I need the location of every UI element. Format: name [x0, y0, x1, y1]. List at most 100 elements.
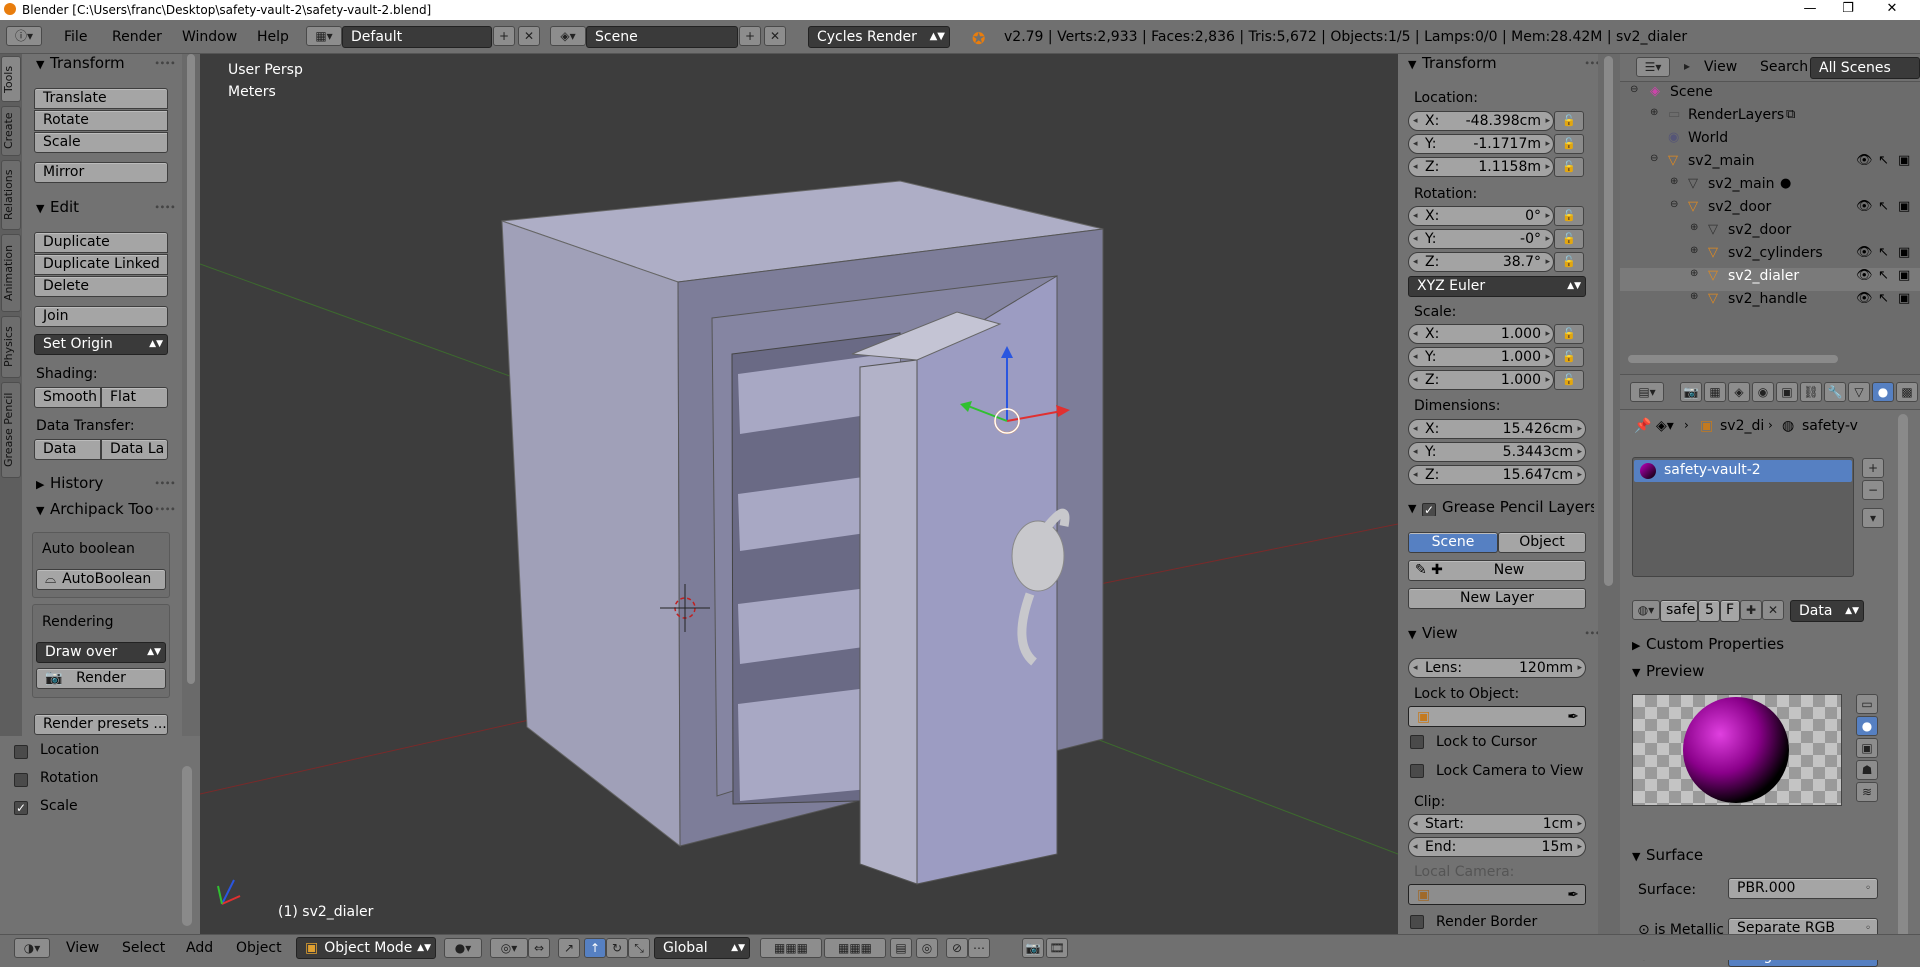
rotation-x-field[interactable]: ◂ X: 0° ▸ [1408, 206, 1554, 226]
lock-icon[interactable]: 🔓 [1554, 157, 1584, 177]
data-transfer-button[interactable]: Data [34, 439, 101, 460]
properties-scrollbar[interactable] [1898, 414, 1908, 954]
location-z-field[interactable]: ◂ Z: 1.1158m ▸ [1408, 157, 1554, 177]
cursor-select-icon[interactable]: ↖ [1878, 268, 1889, 283]
cursor-select-icon[interactable]: ↖ [1878, 153, 1889, 168]
auto-boolean-button[interactable]: ⌓ AutoBoolean [36, 569, 166, 590]
scrollbar-thumb[interactable] [187, 54, 195, 684]
lock-icon[interactable]: 🔓 [1554, 324, 1584, 344]
lock-icon[interactable]: 🔓 [1554, 370, 1584, 390]
close-button[interactable]: ✕ [1870, 0, 1914, 20]
join-button[interactable]: Join [34, 306, 168, 327]
set-origin-select[interactable]: Set Origin ▲▼ [34, 334, 168, 355]
snap-target-icon[interactable]: ⋯ [968, 938, 990, 958]
constraints-tab-icon[interactable]: ⛓ [1800, 382, 1822, 402]
menu-window[interactable]: Window [182, 29, 237, 45]
grease-pencil-checkbox[interactable]: ✓ [1422, 503, 1436, 516]
render-camera-icon[interactable]: ▣ [1898, 268, 1910, 283]
proportional-edit-icon[interactable]: ◎ [916, 938, 938, 958]
texture-tab-icon[interactable]: ▩ [1896, 382, 1918, 402]
opengl-render-icon[interactable]: 📷 [1022, 938, 1044, 958]
drag-grip-icon[interactable]: ∙∙∙∙ [154, 504, 176, 515]
drag-grip-icon[interactable]: ∙∙∙∙ [154, 202, 176, 213]
outliner-row-sv2-handle[interactable]: ⊕ ▽ sv2_handle 👁 ↖ ▣ [1620, 291, 1920, 314]
material-name-field[interactable]: safe [1660, 600, 1698, 622]
n-transform-header[interactable]: ▼ Transform [1408, 54, 1497, 72]
panel-archipack-header[interactable]: ▼ Archipack Tools [36, 500, 154, 518]
dimensions-z-field[interactable]: ◂ Z: 15.647cm ▸ [1408, 465, 1586, 485]
outliner-row-scene[interactable]: ⊖ ◈ Scene [1620, 84, 1920, 107]
remove-scene-icon[interactable]: ✕ [764, 26, 786, 46]
collapse-menu-icon[interactable]: ▸ [1680, 57, 1694, 77]
dimensions-y-field[interactable]: ◂ Y: 5.3443cm ▸ [1408, 442, 1586, 462]
remove-screen-icon[interactable]: ✕ [518, 26, 540, 46]
outliner-editor-type-icon[interactable]: ☰▾ [1636, 57, 1670, 77]
material-tab-icon[interactable]: ● [1872, 382, 1894, 402]
operator-scrollbar[interactable] [182, 766, 192, 926]
outliner-view-menu[interactable]: View [1704, 59, 1737, 75]
outliner-row-sv2-door[interactable]: ⊖ ▽ sv2_door 👁 ↖ ▣ [1620, 199, 1920, 222]
render-engine-select[interactable]: Cycles Render ▲▼ [808, 26, 950, 48]
lock-icon[interactable]: 🔓 [1554, 111, 1584, 131]
surface-header[interactable]: ▼ Surface [1632, 846, 1703, 864]
tab-grease-pencil[interactable]: Grease Pencil [1, 382, 21, 478]
panel-edit-header[interactable]: ▼ Edit [36, 198, 79, 216]
tab-physics[interactable]: Physics [1, 316, 21, 378]
render-camera-icon[interactable]: ▣ [1898, 291, 1910, 306]
tool-shelf-scrollbar[interactable] [182, 54, 200, 736]
eye-icon[interactable]: 👁 [1856, 268, 1873, 283]
gp-scene-button[interactable]: Scene [1408, 532, 1498, 553]
clip-end-field[interactable]: ◂ End: 15m ▸ [1408, 837, 1586, 857]
outliner-hscrollbar[interactable] [1628, 355, 1838, 363]
scale-checkbox[interactable]: ✓ [14, 801, 28, 815]
lock-camera-checkbox[interactable] [1410, 764, 1424, 778]
location-checkbox[interactable] [14, 745, 28, 759]
pivot-point-icon[interactable]: ◎▾ [490, 938, 528, 958]
remove-slot-icon[interactable]: − [1862, 480, 1884, 500]
menu-view[interactable]: View [66, 940, 99, 956]
eye-icon[interactable]: 👁 [1856, 245, 1873, 260]
outliner-search-menu[interactable]: Search [1760, 59, 1808, 75]
outliner-row-sv2-dialer[interactable]: ⊕ ▽ sv2_dialer 👁 ↖ ▣ [1620, 268, 1920, 291]
render-camera-icon[interactable]: ▣ [1898, 245, 1910, 260]
preview-header[interactable]: ▼ Preview [1632, 662, 1704, 680]
scale-z-field[interactable]: ◂ Z: 1.000 ▸ [1408, 370, 1554, 390]
duplicate-linked-button[interactable]: Duplicate Linked [34, 254, 168, 275]
smooth-button[interactable]: Smooth [34, 387, 101, 408]
browse-material-icon[interactable]: ◍▾ [1632, 600, 1660, 620]
viewport-shading-icon[interactable]: ●▾ [444, 938, 482, 958]
surface-node-field[interactable]: PBR.000 ◦ [1728, 878, 1878, 899]
lock-layers-icon[interactable]: ▤ [890, 938, 912, 958]
tab-relations[interactable]: Relations [1, 160, 21, 230]
unlink-material-icon[interactable]: ✕ [1762, 600, 1784, 620]
lock-to-cursor-checkbox[interactable] [1410, 735, 1424, 749]
gp-new-layer-button[interactable]: New Layer [1408, 588, 1586, 609]
orientation-select[interactable]: Global ▲▼ [654, 937, 750, 959]
link-select[interactable]: Data ▲▼ [1790, 600, 1864, 622]
lock-icon[interactable]: 🔓 [1554, 206, 1584, 226]
draw-over-select[interactable]: Draw over ▲▼ [36, 642, 166, 663]
vault-model[interactable] [501, 180, 1104, 885]
n-grease-pencil-header[interactable]: ▼ ✓ Grease Pencil Layers [1408, 498, 1594, 516]
fake-user-button[interactable]: F [1720, 600, 1740, 622]
rotate-manipulator-icon[interactable]: ↻ [606, 938, 628, 958]
lens-field[interactable]: ◂ Lens: 120mm ▸ [1408, 658, 1586, 678]
rotation-z-field[interactable]: ◂ Z: 38.7° ▸ [1408, 252, 1554, 272]
drag-grip-icon[interactable]: ∙∙∙∙ [154, 478, 176, 489]
menu-object[interactable]: Object [236, 940, 282, 956]
layers-grid-icon[interactable]: ▦▦▦ [824, 938, 886, 958]
local-camera-field[interactable]: ▣ ✒ [1408, 884, 1586, 905]
location-y-field[interactable]: ◂ Y: -1.1717m ▸ [1408, 134, 1554, 154]
outliner-row-sv2-main[interactable]: ⊖ ▽ sv2_main 👁 ↖ ▣ [1620, 153, 1920, 176]
add-scene-icon[interactable]: + [739, 26, 761, 46]
menu-add[interactable]: Add [186, 940, 213, 956]
add-screen-icon[interactable]: + [493, 26, 515, 46]
modifiers-tab-icon[interactable]: 🔧 [1824, 382, 1846, 402]
n-view-header[interactable]: ▼ View [1408, 624, 1458, 642]
screen-layout-field[interactable]: Default [342, 26, 492, 48]
rotate-button[interactable]: Rotate [34, 110, 168, 131]
clip-start-field[interactable]: ◂ Start: 1cm ▸ [1408, 814, 1586, 834]
render-layers-tab-icon[interactable]: ▦ [1704, 382, 1726, 402]
rotation-y-field[interactable]: ◂ Y: -0° ▸ [1408, 229, 1554, 249]
outliner-row-world[interactable]: ◉ World [1620, 130, 1920, 153]
